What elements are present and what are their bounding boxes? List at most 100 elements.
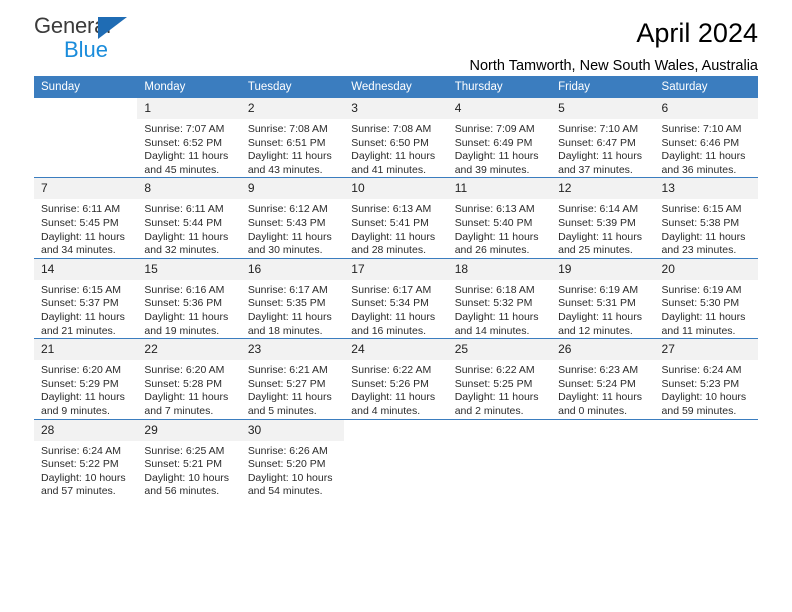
sunset-time: Sunset: 5:36 PM [144, 297, 223, 310]
daylight-duration-line2: and 5 minutes. [247, 404, 317, 417]
weekday-header-friday: Friday [551, 76, 655, 98]
calendar-day-cell[interactable]: 22 Sunrise: 6:20 AM Sunset: 5:28 PM Dayligh… [137, 338, 241, 419]
calendar-day-cell[interactable]: 1 Sunrise: 7:07 AM Sunset: 6:52 PM Daylight… [137, 98, 241, 178]
day-cell-content [34, 98, 138, 177]
day-number: 6 [654, 98, 758, 119]
day-number [34, 98, 138, 119]
day-cell-content: 14 Sunrise: 6:15 AM Sunset: 5:37 PM Dayligh… [34, 258, 138, 338]
calendar-day-cell[interactable]: 19 Sunrise: 6:19 AM Sunset: 5:31 PM Dayligh… [551, 257, 655, 339]
sunset-time: Sunset: 5:43 PM [247, 216, 326, 229]
day-number: 10 [344, 178, 448, 200]
day-sun-info: Sunrise: 6:24 AM Sunset: 5:23 PM Daylight:… [655, 360, 758, 418]
calendar-day-cell[interactable]: 24 Sunrise: 6:22 AM Sunset: 5:26 PM Dayligh… [344, 338, 448, 419]
day-cell-content: 16 Sunrise: 6:17 AM Sunset: 5:35 PM Dayligh… [240, 258, 345, 338]
daylight-duration-line2: and 43 minutes. [247, 163, 323, 176]
day-number: 27 [654, 339, 758, 361]
sunrise-time: Sunrise: 6:24 AM [41, 444, 121, 457]
daylight-duration-line2: and 2 minutes. [454, 404, 524, 417]
calendar-day-cell[interactable]: 8 Sunrise: 6:11 AM Sunset: 5:44 PM Daylight… [137, 177, 241, 259]
sunrise-time: Sunrise: 6:16 AM [144, 283, 225, 296]
calendar-day-cell[interactable]: 6 Sunrise: 7:10 AM Sunset: 6:46 PM Daylight… [654, 98, 758, 178]
calendar-day-cell[interactable]: 29 Sunrise: 6:25 AM Sunset: 5:21 PM Dayligh… [137, 418, 241, 499]
calendar-day-cell[interactable]: 13 Sunrise: 6:15 AM Sunset: 5:38 PM Dayligh… [654, 177, 758, 259]
day-number: 5 [551, 98, 655, 119]
weekday-header-saturday: Saturday [654, 76, 758, 98]
calendar-day-cell[interactable]: 16 Sunrise: 6:17 AM Sunset: 5:35 PM Dayligh… [240, 257, 345, 339]
sunrise-time: Sunrise: 6:11 AM [144, 203, 224, 216]
daylight-duration-line1: Daylight: 10 hours [144, 471, 230, 484]
day-sun-info: Sunrise: 6:15 AM Sunset: 5:38 PM Daylight:… [655, 199, 758, 257]
day-cell-content: 1 Sunrise: 7:07 AM Sunset: 6:52 PM Daylight… [137, 98, 241, 177]
day-sun-info: Sunrise: 6:19 AM Sunset: 5:31 PM Daylight:… [551, 280, 654, 338]
day-sun-info: Sunrise: 7:07 AM Sunset: 6:52 PM Daylight:… [137, 119, 240, 177]
calendar-day-cell[interactable]: 30 Sunrise: 6:26 AM Sunset: 5:20 PM Dayligh… [240, 418, 345, 499]
day-number: 19 [551, 258, 655, 280]
sunrise-time: Sunrise: 6:24 AM [661, 364, 742, 377]
daylight-duration-line1: Daylight: 11 hours [454, 391, 539, 404]
calendar-day-cell[interactable]: 5 Sunrise: 7:10 AM Sunset: 6:47 PM Daylight… [551, 98, 655, 178]
calendar-day-cell[interactable]: 10 Sunrise: 6:13 AM Sunset: 5:41 PM Dayligh… [344, 177, 448, 259]
calendar-week-row: 7 Sunrise: 6:11 AM Sunset: 5:45 PM Daylight… [34, 177, 758, 259]
day-number: 15 [137, 258, 241, 280]
sunrise-time: Sunrise: 6:21 AM [247, 364, 328, 377]
daylight-duration-line1: Daylight: 11 hours [351, 150, 436, 163]
day-cell-content: 12 Sunrise: 6:14 AM Sunset: 5:39 PM Dayligh… [551, 178, 655, 257]
day-number: 25 [447, 339, 552, 361]
day-cell-content: 10 Sunrise: 6:13 AM Sunset: 5:41 PM Dayligh… [344, 178, 448, 257]
calendar-day-cell[interactable]: 11 Sunrise: 6:13 AM Sunset: 5:40 PM Dayligh… [447, 177, 552, 259]
day-number: 17 [344, 258, 448, 280]
sunrise-time: Sunrise: 6:17 AM [247, 283, 328, 296]
day-cell-content [551, 419, 655, 499]
calendar-day-cell[interactable]: 21 Sunrise: 6:20 AM Sunset: 5:29 PM Dayligh… [34, 338, 138, 419]
daylight-duration-line1: Daylight: 11 hours [144, 230, 229, 243]
day-number: 21 [34, 339, 138, 361]
sunrise-time: Sunrise: 6:20 AM [41, 364, 121, 377]
day-cell-content: 19 Sunrise: 6:19 AM Sunset: 5:31 PM Dayligh… [551, 258, 655, 338]
calendar-day-cell[interactable]: 27 Sunrise: 6:24 AM Sunset: 5:23 PM Dayligh… [654, 338, 758, 419]
day-number: 26 [551, 339, 655, 361]
daylight-duration-line2: and 39 minutes. [454, 163, 530, 176]
day-cell-content: 5 Sunrise: 7:10 AM Sunset: 6:47 PM Daylight… [551, 98, 655, 177]
daylight-duration-line2: and 26 minutes. [454, 244, 530, 257]
calendar-day-cell[interactable]: 26 Sunrise: 6:23 AM Sunset: 5:24 PM Dayligh… [551, 338, 655, 419]
daylight-duration-line2: and 0 minutes. [558, 404, 627, 417]
calendar-day-cell[interactable]: 28 Sunrise: 6:24 AM Sunset: 5:22 PM Dayligh… [34, 418, 138, 499]
calendar-day-cell[interactable]: 14 Sunrise: 6:15 AM Sunset: 5:37 PM Dayligh… [34, 257, 138, 339]
weekday-header-tuesday: Tuesday [240, 76, 345, 98]
day-sun-info: Sunrise: 6:22 AM Sunset: 5:25 PM Daylight:… [448, 360, 551, 418]
logo-text-blue: Blue [64, 37, 109, 62]
general-blue-logo[interactable]: General Blue [34, 13, 254, 69]
calendar-day-cell[interactable]: 3 Sunrise: 7:08 AM Sunset: 6:50 PM Daylight… [344, 98, 448, 178]
calendar-day-cell[interactable]: 15 Sunrise: 6:16 AM Sunset: 5:36 PM Dayligh… [137, 257, 241, 339]
day-cell-content: 11 Sunrise: 6:13 AM Sunset: 5:40 PM Dayligh… [447, 178, 552, 257]
page-header: General Blue April 2024 North Tamworth, … [34, 0, 758, 76]
day-sun-info: Sunrise: 6:20 AM Sunset: 5:28 PM Daylight:… [137, 360, 240, 418]
day-number: 28 [34, 419, 138, 441]
calendar-day-cell[interactable]: 20 Sunrise: 6:19 AM Sunset: 5:30 PM Dayligh… [654, 257, 758, 339]
day-cell-content: 30 Sunrise: 6:26 AM Sunset: 5:20 PM Dayligh… [240, 419, 345, 499]
day-number: 30 [240, 419, 345, 441]
calendar-day-cell[interactable]: 12 Sunrise: 6:14 AM Sunset: 5:39 PM Dayligh… [551, 177, 655, 259]
sunrise-sunset-calendar: Sunday Monday Tuesday Wednesday Thursday… [34, 76, 758, 499]
day-cell-content: 25 Sunrise: 6:22 AM Sunset: 5:25 PM Dayligh… [447, 339, 552, 418]
calendar-day-cell[interactable]: 25 Sunrise: 6:22 AM Sunset: 5:25 PM Dayligh… [447, 338, 552, 419]
day-cell-content: 17 Sunrise: 6:17 AM Sunset: 5:34 PM Dayligh… [344, 258, 448, 338]
calendar-day-cell[interactable]: 23 Sunrise: 6:21 AM Sunset: 5:27 PM Dayligh… [240, 338, 345, 419]
calendar-day-cell[interactable]: 7 Sunrise: 6:11 AM Sunset: 5:45 PM Daylight… [34, 177, 138, 259]
sunset-time: Sunset: 6:52 PM [144, 136, 223, 149]
day-sun-info: Sunrise: 7:09 AM Sunset: 6:49 PM Daylight:… [448, 119, 551, 177]
day-cell-content: 3 Sunrise: 7:08 AM Sunset: 6:50 PM Daylight… [344, 98, 448, 177]
calendar-day-cell[interactable]: 17 Sunrise: 6:17 AM Sunset: 5:34 PM Dayligh… [344, 257, 448, 339]
calendar-day-cell[interactable]: 18 Sunrise: 6:18 AM Sunset: 5:32 PM Dayligh… [447, 257, 552, 339]
calendar-day-cell[interactable]: 9 Sunrise: 6:12 AM Sunset: 5:43 PM Daylight… [240, 177, 345, 259]
sunset-time: Sunset: 5:25 PM [454, 377, 533, 390]
sunrise-time: Sunrise: 6:13 AM [454, 203, 535, 216]
calendar-day-cell[interactable]: 4 Sunrise: 7:09 AM Sunset: 6:49 PM Daylight… [447, 98, 552, 178]
daylight-duration-line1: Daylight: 11 hours [247, 150, 332, 163]
day-cell-content [344, 419, 448, 499]
daylight-duration-line2: and 12 minutes. [558, 324, 633, 337]
daylight-duration-line2: and 14 minutes. [454, 324, 530, 337]
daylight-duration-line1: Daylight: 10 hours [661, 391, 747, 404]
sunset-time: Sunset: 5:24 PM [558, 377, 636, 390]
calendar-day-cell[interactable]: 2 Sunrise: 7:08 AM Sunset: 6:51 PM Daylight… [240, 98, 345, 178]
